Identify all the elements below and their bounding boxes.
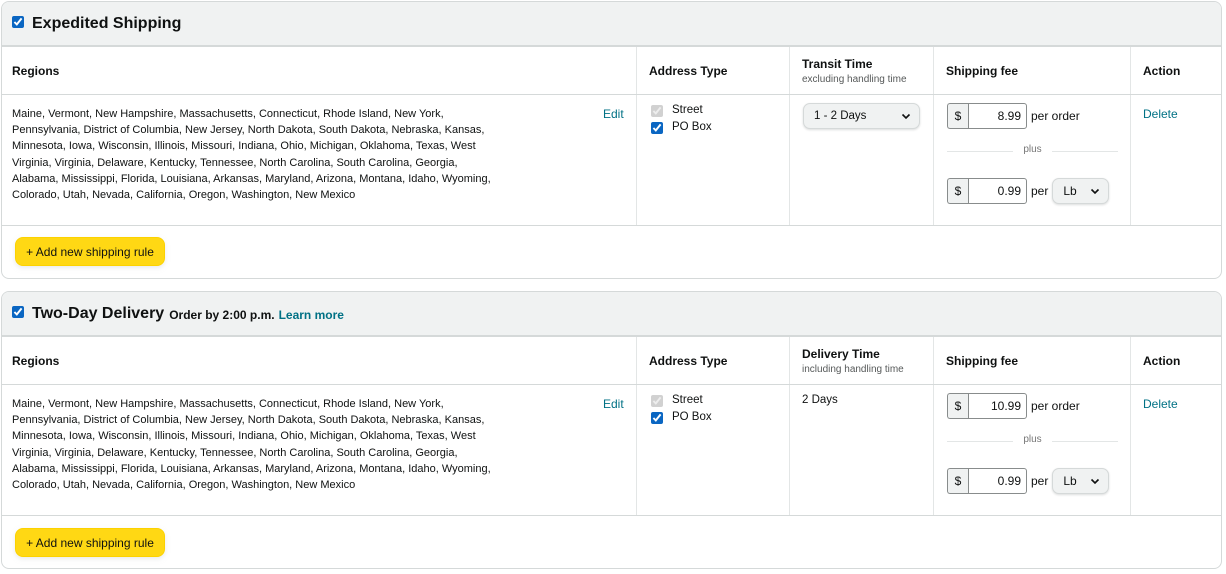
section-header: Expedited Shipping xyxy=(2,2,1221,47)
delivery-time-value: 2 Days xyxy=(802,394,838,406)
street-checkbox[interactable] xyxy=(651,104,663,117)
table-header: Regions Address Type Delivery Time inclu… xyxy=(2,337,1221,385)
regions-header: Regions xyxy=(2,47,637,94)
table-header: Regions Address Type Transit Time exclud… xyxy=(2,47,1221,95)
address-type-cell: Street PO Box xyxy=(637,95,790,225)
order-cutoff-text: Order by 2:00 p.m. xyxy=(169,307,275,322)
per-order-fee-input[interactable]: 10.99 xyxy=(968,393,1027,419)
shipping-fee-cell: $ 8.99 per order plus $ 0.99 per Lb xyxy=(934,95,1131,225)
regions-list: Maine, Vermont, New Hampshire, Massachus… xyxy=(12,108,491,202)
regions-header: Regions xyxy=(2,337,637,384)
delivery-time-header: Delivery Time including handling time xyxy=(790,337,934,384)
per-unit-fee-input[interactable]: 0.99 xyxy=(968,468,1027,494)
address-type-header: Address Type xyxy=(637,337,790,384)
chevron-down-icon xyxy=(1091,478,1100,485)
transit-time-subheader: excluding handling time xyxy=(802,73,907,85)
transit-time-header: Transit Time excluding handling time xyxy=(790,47,934,94)
delivery-time-subheader: including handling time xyxy=(802,363,904,375)
weight-unit-value: Lb xyxy=(1063,474,1077,488)
per-order-label: per order xyxy=(1031,109,1080,123)
per-order-fee-input[interactable]: 8.99 xyxy=(968,103,1027,129)
plus-divider: plus xyxy=(947,434,1118,448)
address-type-cell: Street PO Box xyxy=(637,385,790,515)
po-box-label: PO Box xyxy=(672,121,712,133)
per-order-label: per order xyxy=(1031,399,1080,413)
po-box-checkbox[interactable] xyxy=(651,121,663,134)
delete-rule-link[interactable]: Delete xyxy=(1143,107,1178,121)
address-type-header: Address Type xyxy=(637,47,790,94)
street-checkbox[interactable] xyxy=(651,394,663,407)
two-day-delivery-enable-checkbox[interactable] xyxy=(12,305,24,318)
shipping-fee-cell: $ 10.99 per order plus $ 0.99 per Lb xyxy=(934,385,1131,515)
regions-cell: Maine, Vermont, New Hampshire, Massachus… xyxy=(2,95,637,225)
delivery-time-cell: 2 Days xyxy=(790,385,934,515)
edit-regions-link[interactable]: Edit xyxy=(603,397,624,411)
per-label: per xyxy=(1031,474,1049,488)
currency-prefix: $ xyxy=(947,178,968,204)
shipping-fee-header: Shipping fee xyxy=(934,337,1131,384)
currency-prefix: $ xyxy=(947,468,968,494)
po-box-label: PO Box xyxy=(672,411,712,423)
street-label: Street xyxy=(672,104,703,116)
weight-unit-select[interactable]: Lb xyxy=(1052,468,1110,494)
po-box-checkbox[interactable] xyxy=(651,411,663,424)
delete-rule-link[interactable]: Delete xyxy=(1143,397,1178,411)
transit-time-select[interactable]: 1 - 2 Days xyxy=(803,103,920,129)
weight-unit-value: Lb xyxy=(1063,184,1077,198)
shipping-fee-header: Shipping fee xyxy=(934,47,1131,94)
action-cell: Delete xyxy=(1131,385,1221,515)
add-shipping-rule-button[interactable]: + Add new shipping rule xyxy=(15,528,165,557)
action-cell: Delete xyxy=(1131,95,1221,225)
shipping-rules-table: Regions Address Type Delivery Time inclu… xyxy=(2,337,1221,516)
section-title: Two-Day Delivery xyxy=(32,304,165,322)
street-label: Street xyxy=(672,394,703,406)
shipping-rules-table: Regions Address Type Transit Time exclud… xyxy=(2,47,1221,226)
action-header: Action xyxy=(1143,353,1181,368)
add-shipping-rule-button[interactable]: + Add new shipping rule xyxy=(15,237,165,266)
learn-more-link[interactable]: Learn more xyxy=(279,308,344,322)
transit-time-value: 1 - 2 Days xyxy=(814,110,867,122)
two-day-delivery-section: Two-Day Delivery Order by 2:00 p.m. Lear… xyxy=(1,291,1222,569)
currency-prefix: $ xyxy=(947,393,968,419)
chevron-down-icon xyxy=(1091,188,1100,195)
per-unit-fee-input[interactable]: 0.99 xyxy=(968,178,1027,204)
section-header: Two-Day Delivery Order by 2:00 p.m. Lear… xyxy=(2,292,1221,337)
per-label: per xyxy=(1031,184,1049,198)
plus-divider: plus xyxy=(947,144,1118,158)
action-header: Action xyxy=(1143,63,1181,78)
table-row: Maine, Vermont, New Hampshire, Massachus… xyxy=(2,95,1221,226)
chevron-down-icon xyxy=(901,113,911,120)
transit-time-cell: 1 - 2 Days xyxy=(790,95,934,225)
regions-list: Maine, Vermont, New Hampshire, Massachus… xyxy=(12,398,491,492)
expedited-shipping-enable-checkbox[interactable] xyxy=(12,15,24,28)
expedited-shipping-section: Expedited Shipping Regions Address Type … xyxy=(1,1,1222,279)
regions-cell: Maine, Vermont, New Hampshire, Massachus… xyxy=(2,385,637,515)
edit-regions-link[interactable]: Edit xyxy=(603,107,624,121)
weight-unit-select[interactable]: Lb xyxy=(1052,178,1110,204)
currency-prefix: $ xyxy=(947,103,968,129)
table-row: Maine, Vermont, New Hampshire, Massachus… xyxy=(2,385,1221,516)
section-title: Expedited Shipping xyxy=(32,14,182,32)
